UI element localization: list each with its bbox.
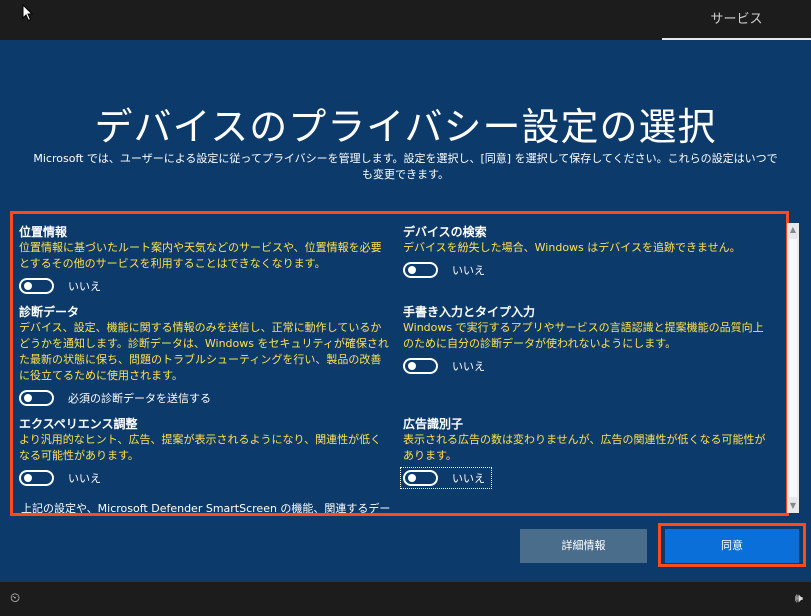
- tailored-experiences-toggle[interactable]: [19, 470, 54, 486]
- setting-tailored-experiences: エクスペリエンス調整 より汎用的なヒント、広告、提案が表示されるようになり、関連…: [19, 416, 389, 486]
- setting-inking-typing: 手書き入力とタイプ入力 Windows で実行するアプリやサービスの言語認識と提…: [403, 304, 773, 374]
- setting-description: デバイス、設定、機能に関する情報のみを送信し、正常に動作しているかどうかを通知し…: [19, 321, 389, 382]
- setting-title: 位置情報: [19, 225, 68, 239]
- scroll-thumb[interactable]: [789, 239, 797, 497]
- tab-service[interactable]: サービス: [662, 0, 811, 40]
- find-my-device-toggle[interactable]: [403, 262, 438, 278]
- diagnostic-toggle[interactable]: [19, 390, 54, 406]
- setting-location: 位置情報 位置情報に基づいたルート案内や天気などのサービスや、位置情報を必要とす…: [19, 224, 389, 294]
- scroll-up-icon[interactable]: ▲: [787, 223, 799, 237]
- setting-title: デバイスの検索: [403, 225, 487, 239]
- mouse-pointer-icon: [22, 4, 34, 22]
- setting-title: 診断データ: [19, 305, 80, 319]
- inking-typing-toggle[interactable]: [403, 358, 438, 374]
- setting-advertising-id: 広告識別子 表示される広告の数は変わりませんが、広告の関連性が低くなる可能性があ…: [400, 416, 773, 490]
- bottom-bar: ⏲ 🕪: [0, 582, 811, 616]
- setting-description: Windows で実行するアプリやサービスの言語認識と提案機能の品質向上のために…: [403, 321, 764, 350]
- toggle-label: いいえ: [68, 280, 101, 293]
- top-bar: サービス: [0, 0, 811, 40]
- setting-description: デバイスを紛失した場合、Windows はデバイスを追跡できません。: [403, 241, 741, 254]
- setting-title: エクスペリエンス調整: [19, 417, 138, 431]
- toggle-label: いいえ: [68, 472, 101, 485]
- toggle-label: いいえ: [452, 264, 485, 277]
- scroll-down-icon[interactable]: ▼: [787, 499, 799, 513]
- setting-title: 手書き入力とタイプ入力: [403, 305, 536, 319]
- agree-button[interactable]: 同意: [665, 529, 799, 563]
- toggle-label: いいえ: [452, 472, 485, 485]
- setting-description: 表示される広告の数は変わりませんが、広告の関連性が低くなる可能性があります。: [403, 433, 766, 462]
- footer-text: 上記の設定や、Microsoft Defender SmartScreen の機…: [21, 502, 391, 515]
- scrollbar[interactable]: ▲ ▼: [787, 223, 799, 513]
- volume-icon[interactable]: 🕪: [795, 591, 803, 606]
- toggle-label: 必須の診断データを送信する: [68, 392, 211, 405]
- toggle-label: いいえ: [452, 360, 485, 373]
- ease-of-access-icon[interactable]: ⏲: [10, 591, 20, 606]
- setting-description: 位置情報に基づいたルート案内や天気などのサービスや、位置情報を必要とするその他の…: [19, 241, 382, 270]
- advertising-id-toggle[interactable]: [403, 470, 438, 486]
- page-subtitle: Microsoft では、ユーザーによる設定に従ってプライバシーを管理します。設…: [33, 152, 778, 181]
- page-title: デバイスのプライバシー設定の選択: [94, 105, 717, 149]
- setting-diagnostic-data: 診断データ デバイス、設定、機能に関する情報のみを送信し、正常に動作しているかど…: [19, 304, 389, 406]
- settings-panel: 位置情報 位置情報に基づいたルート案内や天気などのサービスや、位置情報を必要とす…: [10, 211, 789, 516]
- setting-title: 広告識別子: [403, 417, 464, 431]
- details-button[interactable]: 詳細情報: [520, 529, 647, 563]
- setting-description: より汎用的なヒント、広告、提案が表示されるようになり、関連性が低くなる可能性があ…: [19, 433, 382, 462]
- location-toggle[interactable]: [19, 278, 54, 294]
- setting-find-my-device: デバイスの検索 デバイスを紛失した場合、Windows はデバイスを追跡できませ…: [403, 224, 773, 278]
